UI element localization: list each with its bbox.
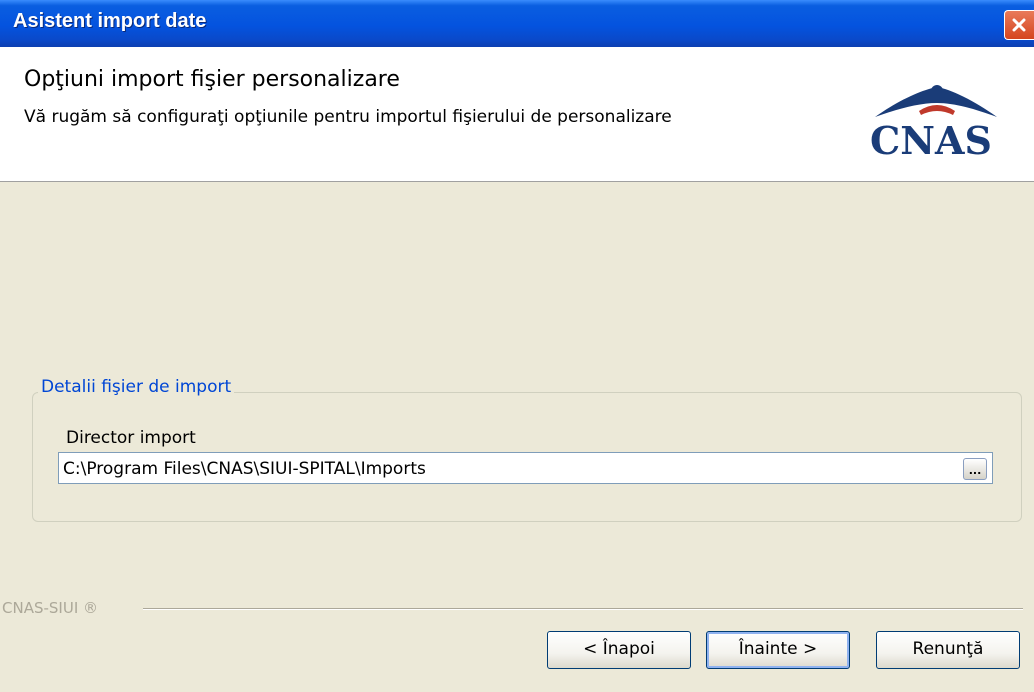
footer-divider <box>143 608 1023 610</box>
close-icon <box>1012 18 1026 32</box>
browse-button-label: ... <box>968 464 982 477</box>
import-directory-label: Director import <box>66 428 196 448</box>
import-directory-input[interactable]: C:\Program Files\CNAS\SIUI-SPITAL\Import… <box>58 452 993 484</box>
window-title: Asistent import date <box>13 10 207 32</box>
page-title: Opţiuni import fişier personalizare <box>24 67 400 92</box>
browse-button[interactable]: ... <box>963 458 987 480</box>
cancel-button[interactable]: Renunţă <box>876 631 1020 669</box>
page-subtitle: Vă rugăm să configuraţi opţiunile pentru… <box>24 107 672 127</box>
logo-text: CNAS <box>870 118 992 157</box>
next-button[interactable]: Înainte > <box>706 631 850 669</box>
title-bar[interactable]: Asistent import date <box>0 0 1034 47</box>
group-title: Detalii fişier de import <box>38 377 235 397</box>
cnas-logo: CNAS <box>870 85 997 157</box>
wizard-header: Opţiuni import fişier personalizare Vă r… <box>0 47 1034 182</box>
close-button[interactable] <box>1004 10 1034 40</box>
import-wizard-window: Asistent import date Opţiuni import fişi… <box>0 0 1034 692</box>
footer-brand: CNAS-SIUI ® <box>2 599 99 617</box>
back-button[interactable]: < Înapoi <box>547 631 691 669</box>
